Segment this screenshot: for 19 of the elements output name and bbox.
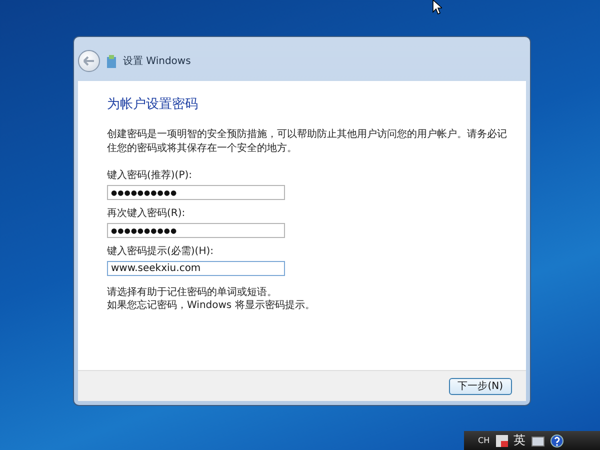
next-button[interactable]: 下一步(N) xyxy=(448,378,512,394)
help-icon[interactable] xyxy=(550,434,564,448)
input-field[interactable]: www.seekxiu.com xyxy=(107,261,285,276)
hint-text: 如果您忘记密码，Windows 将显示密码提示。 xyxy=(107,299,316,312)
setup-icon xyxy=(106,54,117,68)
cursor-icon xyxy=(432,0,442,15)
back-arrow-icon xyxy=(83,56,95,66)
input-mode[interactable]: 英 xyxy=(514,432,526,449)
page-heading: 为帐户设置密码 xyxy=(107,96,199,113)
ime-icon[interactable] xyxy=(494,434,509,448)
window-title: 设置 Windows xyxy=(123,54,191,68)
keyboard-icon[interactable] xyxy=(530,434,545,446)
back-button[interactable] xyxy=(78,50,100,72)
field-label: 键入密码提示(必需)(H): xyxy=(107,244,214,258)
field-label: 键入密码(推荐)(P): xyxy=(107,168,194,182)
hint-text: 请选择有助于记住密码的单词或短语。 xyxy=(107,286,278,299)
language-label: CH xyxy=(478,436,490,445)
description-text: 创建密码是一项明智的安全预防措施，可以帮助防止其他用户访问您的用户帐户。请务必记住您的密码或将其保存在一个安全的地方。 xyxy=(107,128,508,156)
field-label: 再次键入密码(R): xyxy=(107,206,186,220)
